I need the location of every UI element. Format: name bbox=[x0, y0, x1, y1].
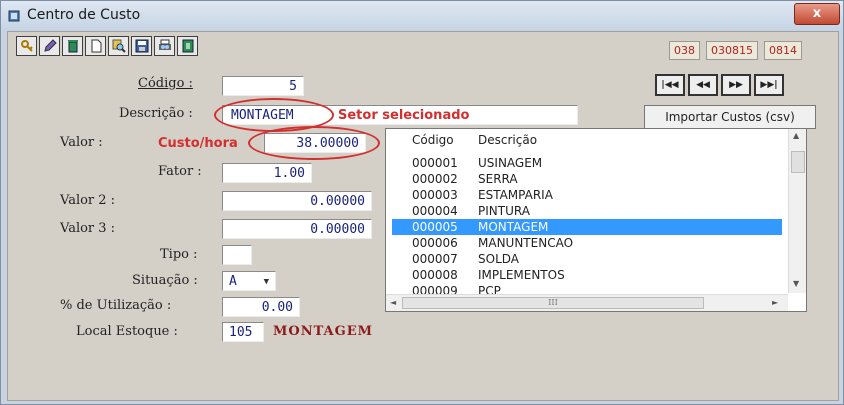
scroll-up-icon[interactable]: ▲ bbox=[793, 131, 799, 140]
list-item[interactable]: 000006 MANUNTENCAO bbox=[392, 235, 782, 251]
codigo-label: Código : bbox=[138, 76, 193, 91]
window-title: Centro de Custo bbox=[27, 7, 141, 23]
search-icon bbox=[112, 39, 126, 53]
fator-field[interactable]: 1.00 bbox=[222, 163, 312, 183]
custo-hora-note: Custo/hora bbox=[158, 136, 238, 151]
new-document-icon bbox=[91, 39, 101, 53]
valor2-label: Valor 2 : bbox=[60, 193, 116, 208]
list-item[interactable]: 000001 USINAGEM bbox=[392, 155, 782, 171]
chevron-down-icon: ▼ bbox=[263, 277, 269, 287]
list-item-description: SERRA bbox=[478, 172, 518, 186]
setor-selecionado-note: Setor selecionado bbox=[338, 108, 470, 123]
save-icon bbox=[135, 39, 148, 53]
cost-center-list[interactable]: Código Descrição 000001 USINAGEM 000002 SER… bbox=[385, 128, 807, 312]
last-record-button[interactable]: ▶▶| bbox=[754, 74, 784, 96]
codigo-field[interactable]: 5 bbox=[222, 76, 304, 96]
close-button[interactable]: x bbox=[794, 3, 840, 25]
edit-icon bbox=[43, 39, 57, 52]
code-box-3: 0814 bbox=[764, 41, 802, 60]
toolbar-key-button[interactable] bbox=[16, 36, 37, 56]
list-item-code: 000008 bbox=[412, 268, 458, 282]
list-item-description: MANUNTENCAO bbox=[478, 236, 574, 250]
column-header-descricao[interactable]: Descrição bbox=[478, 133, 537, 147]
descricao-label: Descrição : bbox=[119, 106, 193, 121]
list-item-code: 000005 bbox=[412, 220, 458, 234]
toolbar-search-button[interactable] bbox=[108, 36, 129, 56]
list-item[interactable]: 000005 MONTAGEM bbox=[392, 219, 782, 235]
list-item-code: 000004 bbox=[412, 204, 458, 218]
valor2-field[interactable]: 0.00000 bbox=[222, 191, 372, 211]
valor-label: Valor : bbox=[60, 135, 103, 150]
fator-label: Fator : bbox=[158, 164, 202, 179]
toolbar-new-button[interactable] bbox=[85, 36, 106, 56]
scroll-down-icon[interactable]: ▼ bbox=[793, 279, 799, 288]
local-estoque-label: Local Estoque : bbox=[76, 324, 178, 339]
delete-icon bbox=[67, 40, 78, 53]
vertical-scrollbar[interactable]: ▲ ▼ bbox=[788, 129, 806, 293]
list-item[interactable]: 000003 ESTAMPARIA bbox=[392, 187, 782, 203]
list-item[interactable]: 000007 SOLDA bbox=[392, 251, 782, 267]
situacao-select[interactable]: A ▼ bbox=[222, 271, 276, 291]
import-costs-button[interactable]: Importar Custos (csv) bbox=[644, 105, 816, 129]
first-record-button[interactable]: |◀◀ bbox=[655, 74, 685, 96]
utilizacao-field[interactable]: 0.00 bbox=[222, 297, 300, 317]
list-item[interactable]: 000008 IMPLEMENTOS bbox=[392, 267, 782, 283]
code-box-2: 030815 bbox=[706, 41, 758, 60]
toolbar-delete-button[interactable] bbox=[62, 36, 83, 56]
record-navigator: |◀◀ ◀◀ ▶▶ ▶▶| bbox=[655, 74, 784, 96]
list-item[interactable]: 000004 PINTURA bbox=[392, 203, 782, 219]
list-item-code: 000003 bbox=[412, 188, 458, 202]
header-codes: 038 030815 0814 bbox=[669, 41, 802, 60]
situacao-value: A bbox=[229, 274, 237, 289]
horizontal-scrollbar[interactable]: ◄ III ► bbox=[386, 294, 788, 311]
exit-icon bbox=[182, 39, 193, 53]
local-estoque-code-field[interactable]: 105 bbox=[222, 322, 264, 342]
scroll-right-icon[interactable]: ► bbox=[772, 298, 778, 307]
toolbar bbox=[16, 36, 200, 58]
tipo-field[interactable] bbox=[222, 245, 252, 265]
next-record-button[interactable]: ▶▶ bbox=[721, 74, 751, 96]
title-bar: Centro de Custo x bbox=[1, 1, 843, 31]
previous-record-button[interactable]: ◀◀ bbox=[688, 74, 718, 96]
list-item-description: USINAGEM bbox=[478, 156, 543, 170]
toolbar-edit-button[interactable] bbox=[39, 36, 60, 56]
toolbar-save-button[interactable] bbox=[131, 36, 152, 56]
key-icon bbox=[20, 40, 33, 52]
code-box-1: 038 bbox=[669, 41, 700, 60]
list-item-code: 000007 bbox=[412, 252, 458, 266]
print-preview-icon bbox=[158, 39, 171, 50]
form-area: 038 030815 0814 |◀◀ ◀◀ ▶▶ ▶▶| Importar C… bbox=[7, 31, 839, 401]
tipo-label: Tipo : bbox=[160, 247, 198, 262]
column-header-codigo[interactable]: Código bbox=[412, 133, 454, 147]
list-item-description: IMPLEMENTOS bbox=[478, 268, 565, 282]
valor3-label: Valor 3 : bbox=[60, 221, 116, 236]
list-item-description: SOLDA bbox=[478, 252, 519, 266]
list-item-code: 000001 bbox=[412, 156, 458, 170]
valor3-field[interactable]: 0.00000 bbox=[222, 219, 372, 239]
app-icon bbox=[8, 10, 20, 22]
toolbar-exit-button[interactable] bbox=[177, 36, 198, 56]
list-item-code: 000006 bbox=[412, 236, 458, 250]
toolbar-print-preview-button[interactable] bbox=[154, 36, 175, 56]
scroll-left-icon[interactable]: ◄ bbox=[390, 298, 396, 307]
utilizacao-label: % de Utilização : bbox=[60, 298, 172, 313]
list-item-description: MONTAGEM bbox=[478, 220, 549, 234]
horizontal-scroll-thumb[interactable]: III bbox=[402, 297, 704, 309]
list-item-description: PINTURA bbox=[478, 204, 530, 218]
situacao-label: Situação : bbox=[132, 273, 198, 288]
list-item[interactable]: 000002 SERRA bbox=[392, 171, 782, 187]
valor-highlight-ellipse bbox=[248, 126, 380, 160]
local-estoque-description: MONTAGEM bbox=[273, 324, 374, 339]
centro-de-custo-window: Centro de Custo x 038 030815 0814 |◀◀ ◀◀… bbox=[0, 0, 844, 405]
list-item-description: ESTAMPARIA bbox=[478, 188, 553, 202]
vertical-scroll-thumb[interactable] bbox=[791, 151, 805, 173]
list-item-code: 000002 bbox=[412, 172, 458, 186]
